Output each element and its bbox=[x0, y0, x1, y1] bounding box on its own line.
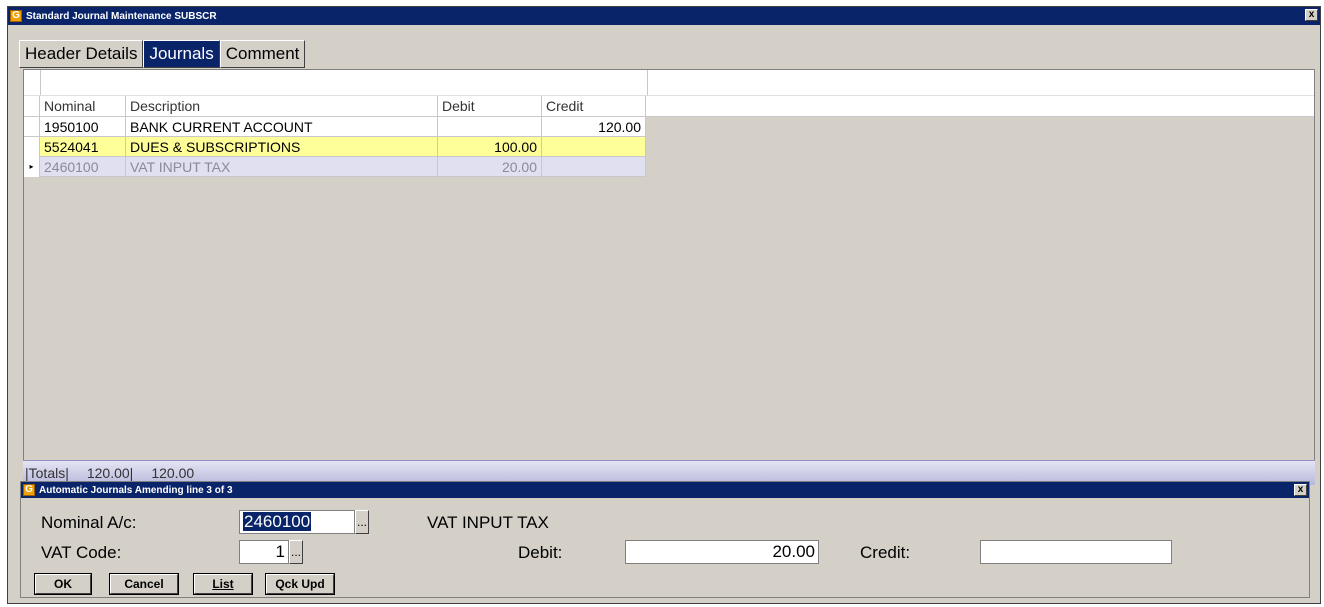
cell-description[interactable]: DUES & SUBSCRIPTIONS bbox=[126, 137, 438, 157]
dialog-g-icon: G bbox=[23, 484, 35, 496]
cell-description[interactable]: VAT INPUT TAX bbox=[126, 157, 438, 177]
totals-debit: 120.00| bbox=[86, 465, 134, 481]
amend-line-dialog: G Automatic Journals Amending line 3 of … bbox=[20, 481, 1310, 598]
header-row-selector bbox=[24, 96, 40, 116]
dialog-close-button[interactable]: x bbox=[1294, 484, 1307, 496]
quick-update-button[interactable]: Qck Upd bbox=[265, 573, 335, 595]
table-row[interactable]: 1950100 BANK CURRENT ACCOUNT 120.00 bbox=[24, 117, 646, 137]
dialog-titlebar: G Automatic Journals Amending line 3 of … bbox=[21, 482, 1309, 498]
credit-input[interactable] bbox=[980, 540, 1172, 564]
totals-credit: 120.00 bbox=[151, 465, 195, 481]
cell-credit[interactable] bbox=[542, 137, 646, 157]
row-selector[interactable] bbox=[24, 117, 40, 137]
cell-credit[interactable] bbox=[542, 157, 646, 177]
cell-nominal[interactable]: 1950100 bbox=[40, 117, 126, 137]
main-close-button[interactable]: x bbox=[1305, 9, 1318, 21]
cell-debit[interactable] bbox=[438, 117, 542, 137]
column-header-credit[interactable]: Credit bbox=[542, 96, 646, 116]
cell-nominal[interactable]: 5524041 bbox=[40, 137, 126, 157]
cell-credit[interactable]: 120.00 bbox=[542, 117, 646, 137]
debit-input[interactable]: 20.00 bbox=[625, 540, 819, 564]
nominal-label: Nominal A/c: bbox=[41, 513, 137, 532]
column-header-description[interactable]: Description bbox=[126, 96, 438, 116]
tab-comment[interactable]: Comment bbox=[219, 40, 306, 68]
credit-label: Credit: bbox=[860, 543, 911, 562]
column-header-nominal[interactable]: Nominal bbox=[40, 96, 126, 116]
current-row-arrow-icon[interactable]: ▸ bbox=[24, 157, 40, 177]
nominal-lookup-button[interactable]: ... bbox=[355, 510, 369, 534]
journal-grid: Nominal Description Debit Credit 1950100… bbox=[23, 69, 1315, 461]
cell-debit[interactable]: 100.00 bbox=[438, 137, 542, 157]
cancel-button[interactable]: Cancel bbox=[109, 573, 179, 595]
dialog-title: Automatic Journals Amending line 3 of 3 bbox=[39, 484, 233, 496]
cell-debit[interactable]: 20.00 bbox=[438, 157, 542, 177]
grid-column-headers: Nominal Description Debit Credit bbox=[24, 96, 1314, 117]
nominal-input-value: 2460100 bbox=[243, 512, 312, 531]
main-window-title: Standard Journal Maintenance SUBSCR bbox=[26, 10, 217, 22]
table-row-current[interactable]: ▸ 2460100 VAT INPUT TAX 20.00 bbox=[24, 157, 646, 177]
column-header-debit[interactable]: Debit bbox=[438, 96, 542, 116]
cell-nominal[interactable]: 2460100 bbox=[40, 157, 126, 177]
nominal-description: VAT INPUT TAX bbox=[427, 513, 549, 532]
main-titlebar: G Standard Journal Maintenance SUBSCR x bbox=[8, 7, 1320, 25]
cell-description[interactable]: BANK CURRENT ACCOUNT bbox=[126, 117, 438, 137]
vat-code-label: VAT Code: bbox=[41, 543, 122, 562]
row-selector[interactable] bbox=[24, 137, 40, 157]
tab-journals[interactable]: Journals bbox=[143, 40, 220, 68]
app-g-icon: G bbox=[10, 10, 22, 22]
debit-label: Debit: bbox=[518, 543, 563, 562]
vat-code-input[interactable]: 1 bbox=[239, 540, 289, 564]
totals-label: |Totals| bbox=[25, 465, 69, 481]
vat-code-lookup-button[interactable]: ... bbox=[289, 540, 303, 564]
table-row[interactable]: 5524041 DUES & SUBSCRIPTIONS 100.00 bbox=[24, 137, 646, 157]
tab-header-details[interactable]: Header Details bbox=[19, 40, 144, 68]
ok-button[interactable]: OK bbox=[34, 573, 92, 595]
grid-group-header bbox=[24, 70, 1314, 96]
tab-bar: Header Details Journals Comment bbox=[19, 40, 306, 68]
list-button[interactable]: List bbox=[193, 573, 253, 595]
nominal-input[interactable]: 2460100 bbox=[239, 510, 355, 534]
